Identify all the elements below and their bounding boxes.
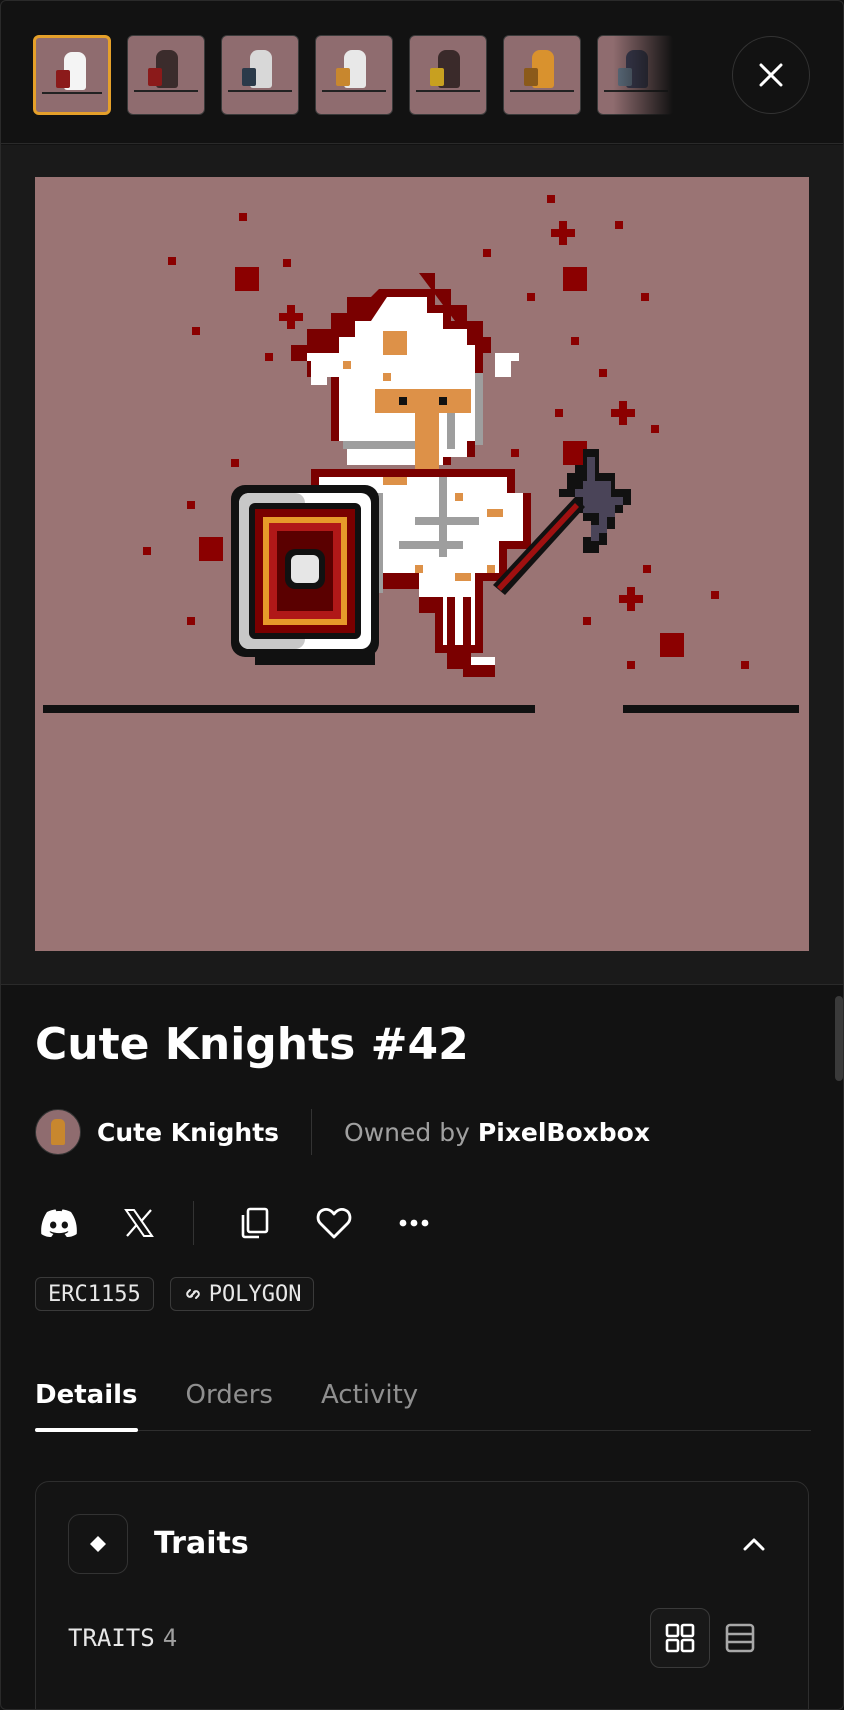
thumbnail-6[interactable] xyxy=(503,35,581,115)
tab-details[interactable]: Details xyxy=(35,1369,138,1432)
traits-count-label: TRAITS xyxy=(68,1624,155,1652)
chain-chip[interactable]: POLYGON xyxy=(169,1277,315,1311)
discord-icon xyxy=(41,1209,77,1237)
grid-view-button[interactable] xyxy=(650,1608,710,1668)
thumbnail-shield xyxy=(242,68,256,86)
more-options-button[interactable] xyxy=(390,1199,438,1247)
thumbnail-knight xyxy=(626,50,648,88)
list-icon xyxy=(725,1623,755,1653)
owner-link[interactable]: PixelBoxbox xyxy=(478,1118,650,1147)
chain-label: POLYGON xyxy=(208,1281,302,1307)
traits-section: Traits TRAITS 4 xyxy=(35,1481,809,1709)
action-row xyxy=(35,1199,470,1247)
traits-icon-box xyxy=(68,1514,128,1574)
thumbnail-ground xyxy=(42,92,102,94)
token-standard-chip: ERC1155 xyxy=(35,1277,154,1311)
thumbnail-4[interactable] xyxy=(315,35,393,115)
divider xyxy=(311,1109,313,1155)
thumbnail-ground xyxy=(604,90,668,92)
thumbnail-shield xyxy=(56,70,70,88)
thumbnail-shield xyxy=(618,68,632,86)
copy-icon xyxy=(241,1207,269,1239)
favorite-button[interactable] xyxy=(310,1199,358,1247)
nft-title: Cute Knights #42 xyxy=(35,1019,469,1070)
more-icon xyxy=(399,1219,429,1227)
collection-row: Cute Knights Owned by PixelBoxbox xyxy=(35,1109,650,1155)
token-standard-label: ERC1155 xyxy=(48,1281,141,1307)
chip-row: ERC1155 POLYGON xyxy=(35,1277,330,1311)
traits-title: Traits xyxy=(154,1526,249,1561)
thumbnail-3[interactable] xyxy=(221,35,299,115)
collapse-traits-button[interactable] xyxy=(736,1526,772,1562)
thumbnail-shield xyxy=(524,68,538,86)
collection-avatar[interactable] xyxy=(35,1109,81,1155)
link-icon xyxy=(185,1289,200,1299)
collection-name-link[interactable]: Cute Knights xyxy=(97,1118,279,1147)
view-toggle xyxy=(650,1608,770,1668)
thumbnail-ground xyxy=(416,90,480,92)
discord-button[interactable] xyxy=(35,1199,83,1247)
nft-detail-panel: Cute Knights #42 Cute Knights Owned by P… xyxy=(0,0,844,1710)
x-icon xyxy=(124,1209,154,1237)
divider xyxy=(193,1201,194,1245)
thumbnail-7[interactable] xyxy=(597,35,673,115)
thumbnail-strip xyxy=(1,1,843,144)
thumbnail-2[interactable] xyxy=(127,35,205,115)
thumbnail-shield xyxy=(148,68,162,86)
grid-icon xyxy=(665,1623,695,1653)
thumbnail-ground xyxy=(134,90,198,92)
chevron-up-icon xyxy=(743,1538,765,1551)
detail-tabs: Details Orders Activity xyxy=(35,1369,811,1432)
diamond-icon xyxy=(90,1536,106,1552)
thumbnail-list xyxy=(33,35,673,115)
thumbnail-ground xyxy=(322,90,386,92)
heart-icon xyxy=(316,1208,352,1239)
copy-button[interactable] xyxy=(230,1199,278,1247)
traits-count-value: 4 xyxy=(162,1624,178,1652)
tab-activity[interactable]: Activity xyxy=(321,1369,418,1431)
thumbnail-1[interactable] xyxy=(33,35,111,115)
scrollbar[interactable] xyxy=(835,996,843,1081)
traits-count: TRAITS 4 xyxy=(68,1624,177,1652)
thumbnail-shield xyxy=(430,68,444,86)
thumbnail-ground xyxy=(510,90,574,92)
x-button[interactable] xyxy=(115,1199,163,1247)
nft-image-frame xyxy=(1,145,843,985)
tab-orders[interactable]: Orders xyxy=(186,1369,273,1431)
thumbnail-5[interactable] xyxy=(409,35,487,115)
thumbnail-ground xyxy=(228,90,292,92)
nft-image[interactable] xyxy=(35,177,809,951)
close-button[interactable] xyxy=(732,36,810,114)
thumbnail-shield xyxy=(336,68,350,86)
close-icon xyxy=(759,63,783,87)
owned-by-label: Owned by xyxy=(344,1117,470,1147)
list-view-button[interactable] xyxy=(710,1608,770,1668)
